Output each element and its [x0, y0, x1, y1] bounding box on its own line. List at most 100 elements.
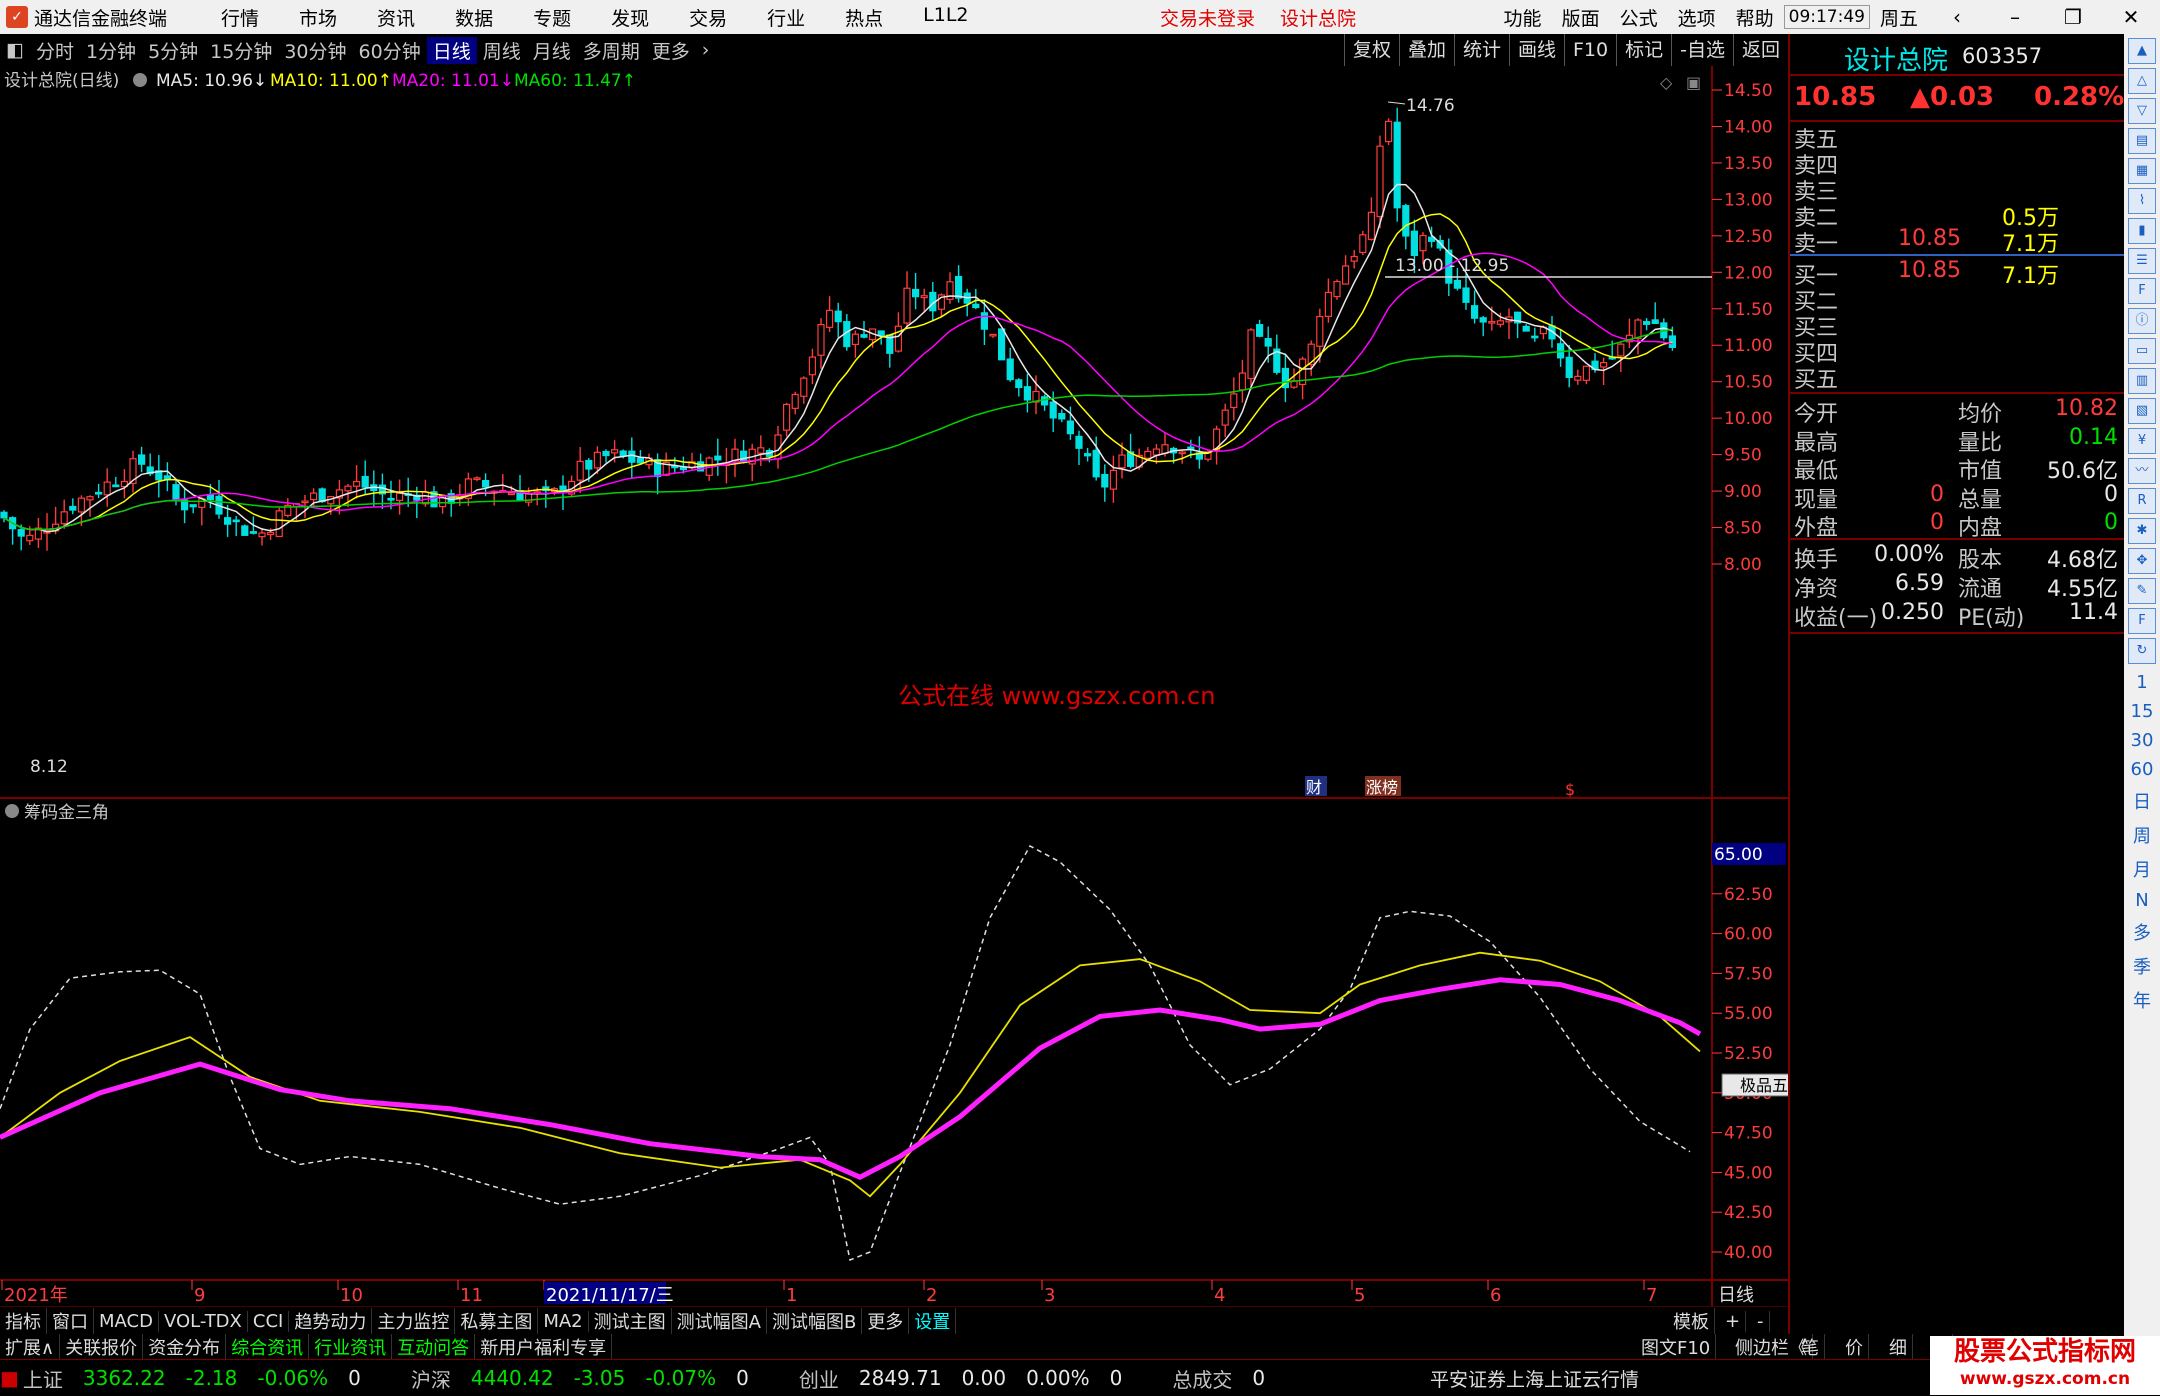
- menu-item-bangzhu[interactable]: 帮助: [1726, 4, 1784, 31]
- bar-icon[interactable]: ▥: [2128, 368, 2156, 394]
- ask-row[interactable]: 卖五: [1790, 122, 2124, 153]
- menu-item-shichang[interactable]: 市场: [279, 4, 357, 31]
- tab-muban[interactable]: 模板: [1668, 1308, 1715, 1334]
- menu-item-shuju[interactable]: 数据: [435, 4, 513, 31]
- panel-toggle-icon[interactable]: ◧: [0, 39, 30, 61]
- restore-icon[interactable]: ❐: [2044, 5, 2102, 29]
- sidebar-period-9[interactable]: 季: [2124, 953, 2160, 979]
- f10-icon[interactable]: F: [2128, 278, 2156, 304]
- link-xi[interactable]: 细: [1884, 1333, 1913, 1360]
- ask-row[interactable]: 卖四: [1790, 148, 2124, 179]
- marker-cai[interactable]: 财: [1306, 778, 1322, 797]
- marker-dollar[interactable]: $: [1565, 780, 1575, 799]
- tab-shezhi[interactable]: 设置: [909, 1308, 957, 1334]
- tool-huaxian[interactable]: 画线: [1508, 34, 1564, 66]
- candle-icon[interactable]: ▮: [2128, 218, 2156, 244]
- period-more[interactable]: 更多: [646, 37, 696, 64]
- tab-ma2[interactable]: MA2: [538, 1310, 589, 1332]
- link-tuwenf10[interactable]: 图文F10: [1636, 1333, 1717, 1360]
- indicator-name[interactable]: 筹码金三角: [24, 803, 109, 823]
- index-hushen[interactable]: 沪深 4440.42 -3.05 -0.07% 0: [411, 1364, 769, 1393]
- sidebar-period-10[interactable]: 年: [2124, 987, 2160, 1013]
- chart-area[interactable]: 设计总院(日线) MA5: 10.96↓ MA10: 11.00↑ MA20: …: [0, 66, 1788, 1306]
- menu-item-zixun[interactable]: 资讯: [357, 4, 435, 31]
- period-monthly[interactable]: 月线: [527, 37, 577, 64]
- sidebar-period-4[interactable]: 日: [2124, 788, 2160, 814]
- menu-item-gongneng[interactable]: 功能: [1494, 4, 1552, 31]
- chart-menu-icon[interactable]: [133, 73, 147, 87]
- sidebar-period-3[interactable]: 60: [2124, 759, 2160, 780]
- tab-simuzhutu[interactable]: 私募主图: [455, 1308, 539, 1334]
- period-5min[interactable]: 5分钟: [142, 37, 204, 64]
- menu-item-l1l2[interactable]: L1L2: [903, 4, 988, 31]
- bid-row[interactable]: 买三: [1790, 310, 2124, 341]
- tab-ceshifutub[interactable]: 测试幅图B: [767, 1308, 863, 1334]
- grid-icon[interactable]: ▦: [2128, 158, 2156, 184]
- menu-item-banmian[interactable]: 版面: [1552, 4, 1610, 31]
- wave-icon[interactable]: 〰: [2128, 458, 2156, 484]
- period-1min[interactable]: 1分钟: [80, 37, 142, 64]
- link-guanlianbaojia[interactable]: 关联报价: [60, 1333, 144, 1360]
- bid-row[interactable]: 买四: [1790, 336, 2124, 367]
- tab-ceshifutua[interactable]: 测试幅图A: [672, 1308, 767, 1334]
- tab-zhibiao[interactable]: 指标: [0, 1308, 47, 1334]
- menu-item-xuanxiang[interactable]: 选项: [1668, 4, 1726, 31]
- close-icon[interactable]: ✕: [2102, 5, 2160, 29]
- chevron-right-icon[interactable]: ›: [696, 39, 716, 61]
- tool-diejia[interactable]: 叠加: [1398, 34, 1454, 66]
- period-fenshi[interactable]: 分时: [30, 37, 80, 64]
- chart-icon[interactable]: ▤: [2128, 128, 2156, 154]
- panel-icon[interactable]: ▣: [1686, 73, 1701, 92]
- period-daily[interactable]: 日线: [426, 36, 477, 64]
- link-zonghezixun[interactable]: 综合资讯: [226, 1333, 310, 1360]
- link-hangyezixun[interactable]: 行业资讯: [309, 1333, 393, 1360]
- kline-header-name[interactable]: 设计总院(日线): [4, 71, 119, 91]
- trade-status[interactable]: 交易未登录: [1160, 4, 1255, 31]
- line-icon[interactable]: ⌇: [2128, 188, 2156, 214]
- up-arrow-icon[interactable]: △: [2128, 68, 2156, 94]
- pen-icon[interactable]: ✎: [2128, 578, 2156, 604]
- menu-item-jiaoyi[interactable]: 交易: [669, 4, 747, 31]
- minimize-icon[interactable]: –: [1986, 5, 2044, 29]
- tab-ceshizhutu[interactable]: 测试主图: [589, 1308, 672, 1334]
- sidebar-period-8[interactable]: 多: [2124, 919, 2160, 945]
- tab-cci[interactable]: CCI: [248, 1310, 290, 1332]
- period-multi[interactable]: 多周期: [577, 37, 646, 64]
- move-icon[interactable]: ✥: [2128, 548, 2156, 574]
- tab-remove[interactable]: -: [1752, 1310, 1770, 1332]
- menu-item-hangye[interactable]: 行业: [747, 4, 825, 31]
- link-jia[interactable]: 价: [1840, 1333, 1869, 1360]
- sidebar-period-5[interactable]: 周: [2124, 822, 2160, 848]
- ask-row[interactable]: 卖二 0.5万: [1790, 200, 2124, 231]
- sidebar-period-0[interactable]: 1: [2124, 672, 2160, 693]
- sidebar-period-7[interactable]: N: [2124, 890, 2160, 911]
- refresh-icon[interactable]: ↻: [2128, 638, 2156, 664]
- period-weekly[interactable]: 周线: [477, 37, 527, 64]
- money-icon[interactable]: ¥: [2128, 428, 2156, 454]
- diamond-icon[interactable]: ◇: [1660, 73, 1673, 92]
- x-axis-period[interactable]: 日线: [1718, 1285, 1754, 1306]
- period-30min[interactable]: 30分钟: [278, 37, 352, 64]
- link-bi[interactable]: 笔: [1796, 1333, 1825, 1360]
- fs-icon[interactable]: F: [2128, 608, 2156, 634]
- link-zijinfenbu[interactable]: 资金分布: [143, 1333, 227, 1360]
- menu-item-faxian[interactable]: 发现: [591, 4, 669, 31]
- sidebar-period-1[interactable]: 15: [2124, 701, 2160, 722]
- tab-zhulijiankong[interactable]: 主力监控: [372, 1308, 456, 1334]
- info-icon[interactable]: ⓘ: [2128, 308, 2156, 334]
- period-60min[interactable]: 60分钟: [353, 37, 427, 64]
- bid-row[interactable]: 买五: [1790, 362, 2124, 393]
- tab-chuangkou[interactable]: 窗口: [47, 1308, 94, 1334]
- bid-row[interactable]: 买一 10.85 7.1万: [1790, 258, 2124, 289]
- link-hudongwenda[interactable]: 互动问答: [392, 1333, 476, 1360]
- ask-row[interactable]: 卖三: [1790, 174, 2124, 205]
- rsi-icon[interactable]: R: [2128, 488, 2156, 514]
- tool-zixuan[interactable]: -自选: [1671, 34, 1733, 66]
- menu-item-redian[interactable]: 热点: [825, 4, 903, 31]
- tool-fanhui[interactable]: 返回: [1732, 34, 1788, 66]
- tool-biaoji[interactable]: 标记: [1616, 34, 1671, 66]
- back-icon[interactable]: ‹: [1928, 5, 1986, 29]
- bid-row[interactable]: 买二: [1790, 284, 2124, 315]
- ask-row[interactable]: 卖一 10.85 7.1万: [1790, 226, 2124, 257]
- tab-qushidongli[interactable]: 趋势动力: [289, 1308, 373, 1334]
